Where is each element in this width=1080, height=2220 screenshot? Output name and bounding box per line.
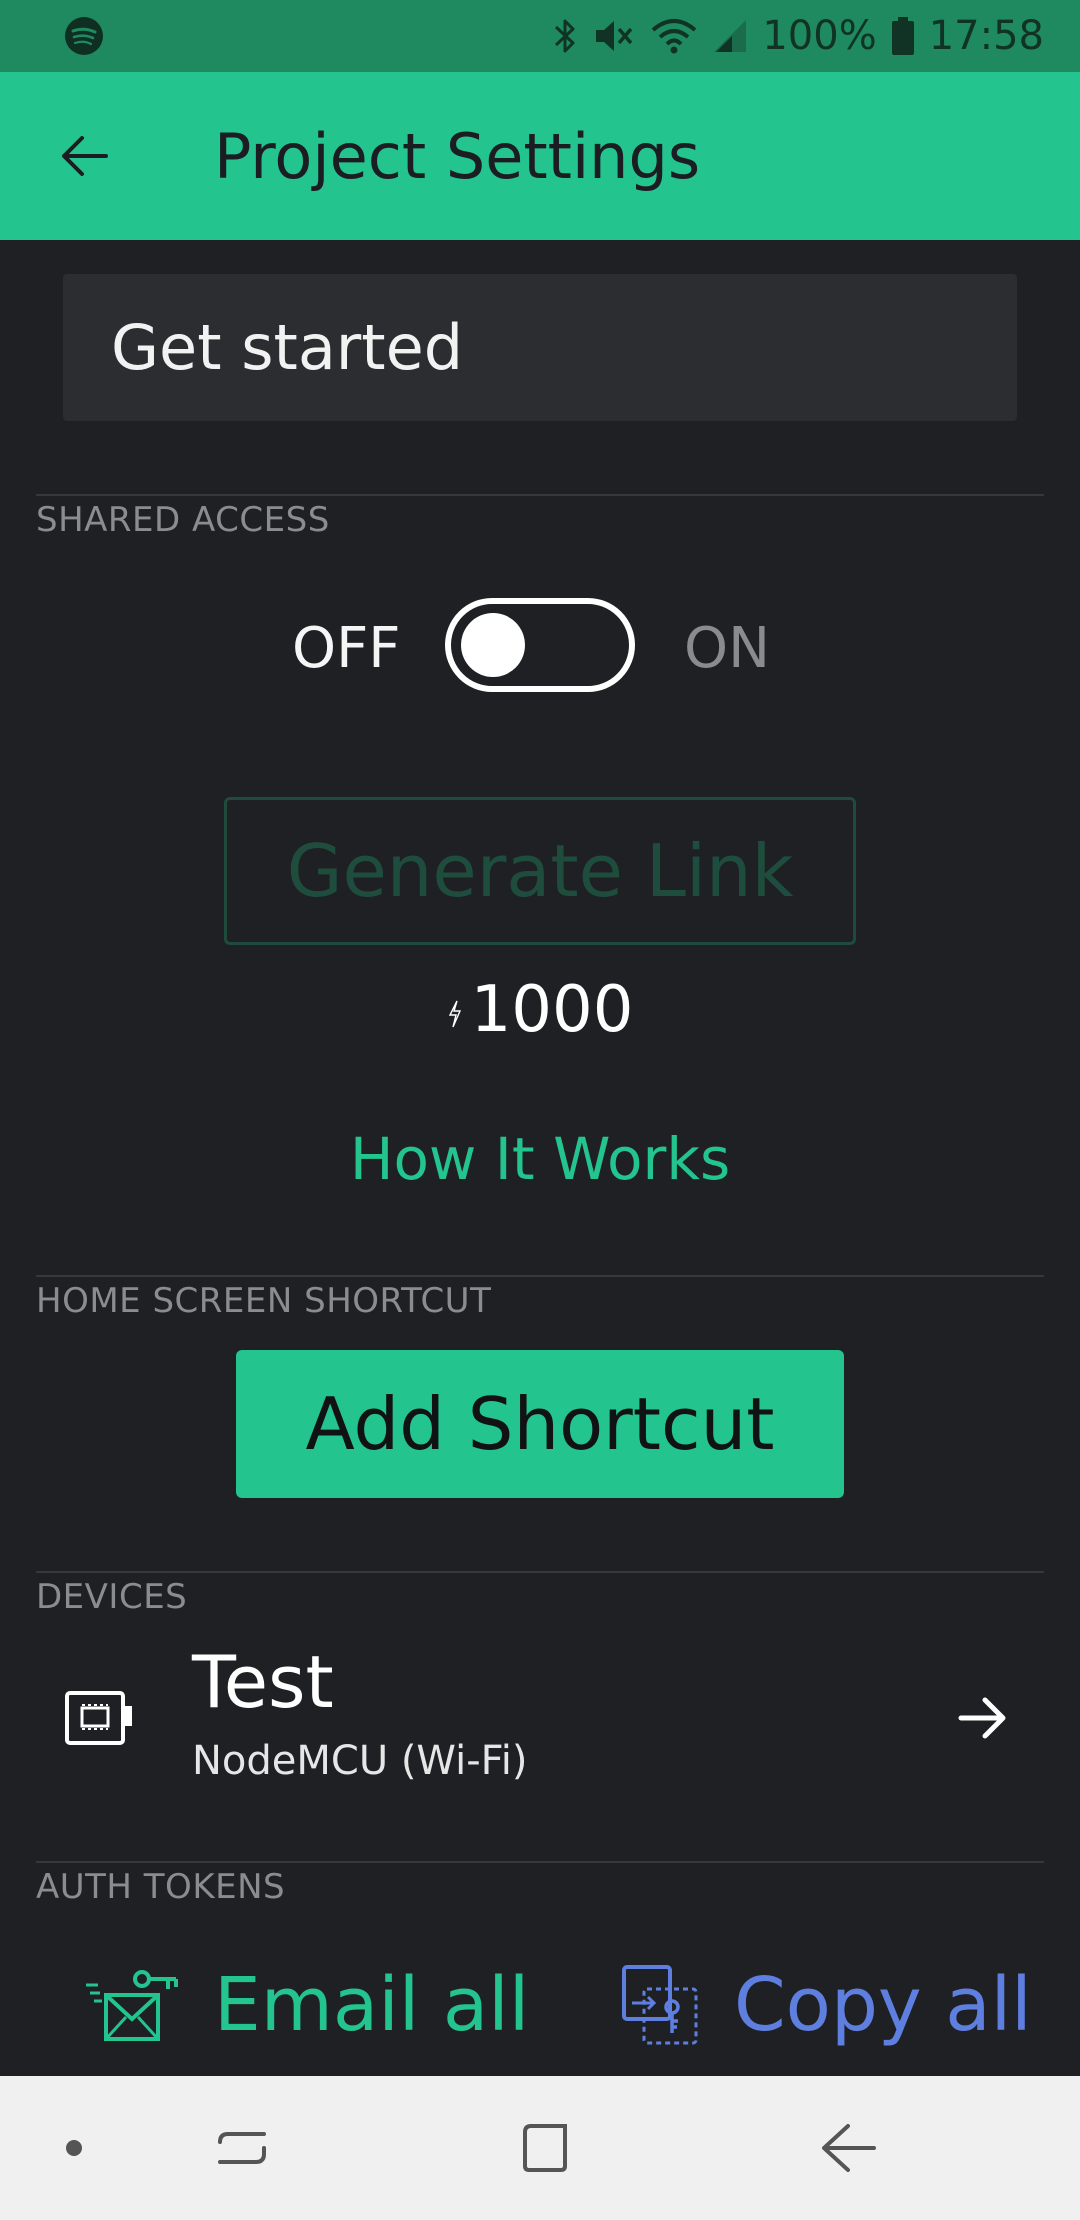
device-board-icon	[65, 1691, 132, 1745]
toggle-knob	[461, 613, 525, 677]
divider	[36, 1275, 1044, 1277]
device-name: Test	[192, 1640, 334, 1724]
divider	[36, 494, 1044, 496]
energy-bolt-icon	[448, 1000, 461, 1028]
energy-value: 1000	[470, 973, 634, 1047]
generate-link-button[interactable]: Generate Link	[224, 797, 856, 945]
home-square-icon	[523, 2124, 567, 2172]
divider	[36, 1861, 1044, 1863]
spotify-icon	[65, 17, 103, 55]
page-title: Project Settings	[214, 119, 701, 193]
device-type: NodeMCU (Wi-Fi)	[192, 1738, 528, 1784]
copy-key-icon	[622, 1965, 698, 2045]
status-bar: 100% 17:58	[0, 0, 1080, 72]
back-nav-button[interactable]	[778, 2076, 918, 2220]
arrow-left-icon	[62, 136, 108, 176]
recent-apps-icon	[218, 2132, 266, 2164]
back-nav-icon	[822, 2124, 876, 2172]
system-nav-bar	[0, 2076, 1080, 2220]
email-key-icon	[86, 1970, 178, 2041]
home-button[interactable]	[475, 2076, 615, 2220]
recent-apps-button[interactable]	[172, 2076, 312, 2220]
bluetooth-icon	[555, 19, 575, 53]
back-button[interactable]	[24, 96, 144, 216]
section-label-home-screen-shortcut: HOME SCREEN SHORTCUT	[36, 1281, 492, 1321]
copy-all-button[interactable]: Copy all	[620, 1950, 1032, 2060]
wifi-icon	[652, 19, 697, 54]
section-label-devices: DEVICES	[36, 1577, 188, 1617]
project-name-input[interactable]	[111, 311, 971, 384]
battery-icon	[891, 17, 914, 55]
arrow-right-icon	[958, 1697, 1006, 1739]
nav-dot-button[interactable]	[4, 2076, 144, 2220]
battery-percent: 100%	[762, 13, 877, 59]
energy-cost: 1000	[0, 970, 1080, 1050]
add-shortcut-button[interactable]: Add Shortcut	[236, 1350, 844, 1498]
clock: 17:58	[928, 13, 1044, 59]
shared-access-toggle-row: OFF ON	[0, 598, 1080, 694]
device-item[interactable]: Test NodeMCU (Wi-Fi)	[0, 1630, 1080, 1810]
section-label-auth-tokens: AUTH TOKENS	[36, 1867, 286, 1907]
mute-icon	[596, 21, 633, 51]
signal-icon	[714, 20, 747, 52]
dot-icon	[66, 2140, 82, 2156]
divider	[36, 1571, 1044, 1573]
app-bar: Project Settings	[0, 72, 1080, 240]
toggle-off-label: OFF	[292, 616, 401, 681]
section-label-shared-access: SHARED ACCESS	[36, 500, 330, 540]
email-all-label: Email all	[214, 1962, 530, 2048]
email-all-button[interactable]: Email all	[84, 1950, 529, 2060]
copy-all-label: Copy all	[734, 1962, 1032, 2048]
toggle-on-label: ON	[684, 616, 770, 681]
shared-access-toggle[interactable]	[445, 598, 635, 692]
how-it-works-link[interactable]: How It Works	[0, 1125, 1080, 1193]
project-name-field[interactable]	[63, 274, 1017, 421]
